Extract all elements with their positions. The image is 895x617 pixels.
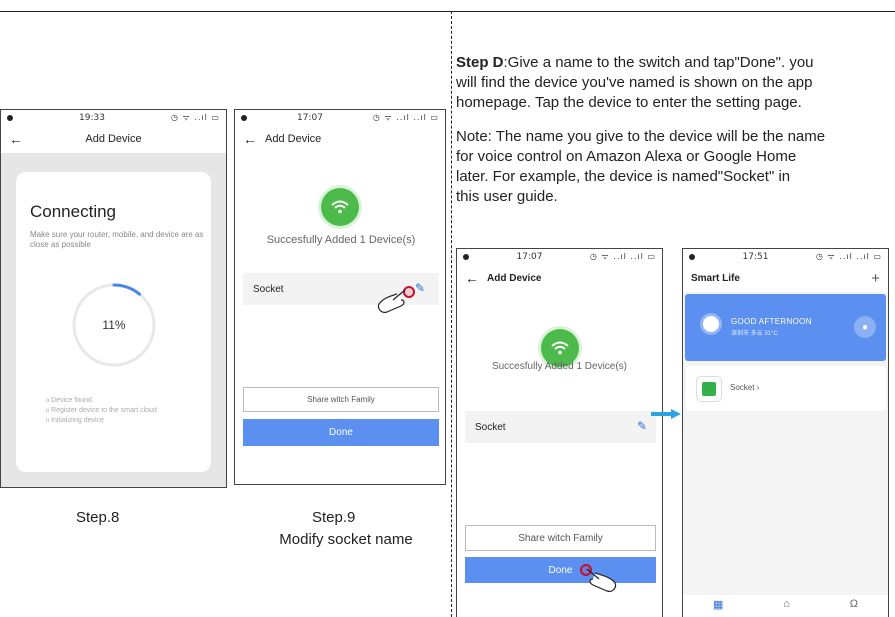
- instruction-line: Step D:Give a name to the switch and tap…: [456, 53, 895, 73]
- add-icon[interactable]: +: [871, 270, 880, 287]
- sun-icon: [703, 316, 719, 332]
- device-label: Socket ›: [730, 383, 760, 392]
- weather-banner: GOOD AFTERNOON 深圳市 多云 31°C ●: [685, 294, 886, 361]
- hand-pointer-icon: [586, 568, 617, 592]
- instruction-text: :Give a name to the switch and tap"Done"…: [503, 54, 814, 71]
- socket-icon: [696, 376, 722, 402]
- app-title: Smart Life: [691, 272, 740, 284]
- nav-bar: Smart Life +: [683, 264, 888, 292]
- phone-modify-name: 17:07 ◷ ᯤ ..ıl ..ıl ▭ ← Add Device Succe…: [234, 109, 446, 485]
- home-tab-icon[interactable]: ⌂: [783, 598, 790, 610]
- note-line: Note: The name you give to the device wi…: [456, 128, 826, 145]
- devices-tab-icon[interactable]: ▦: [713, 598, 723, 611]
- status-icons: ◷ ᯤ ..ıl ..ıl ▭: [815, 252, 882, 261]
- success-message: Succesfully Added 1 Device(s): [266, 234, 416, 246]
- notification-dot-icon: [689, 253, 695, 260]
- phone-home: 17:51 ◷ ᯤ ..ıl ..ıl ▭ Smart Life + GOOD …: [682, 248, 889, 617]
- list-item: Device found: [46, 396, 157, 406]
- connection-steps: Device found Register device to the smar…: [46, 396, 157, 426]
- status-time: 17:51: [742, 251, 769, 262]
- status-bar: 17:07 ◷ ᯤ ..ıl ..ıl ▭: [235, 110, 445, 125]
- status-icons: ◷ ᯤ ..ıl ▭: [170, 113, 220, 122]
- phone-add-device: 17:07 ◷ ᯤ ..ıl ..ıl ▭ ← Add Device Succe…: [456, 248, 663, 617]
- notification-dot-icon: [463, 253, 469, 260]
- column-divider: [451, 11, 452, 617]
- arrow-right-icon: [651, 409, 681, 419]
- status-bar: 17:51 ◷ ᯤ ..ıl ..ıl ▭: [683, 249, 888, 264]
- done-button[interactable]: Done: [243, 419, 439, 446]
- device-name: Socket: [253, 283, 284, 295]
- device-name: Socket: [475, 421, 506, 433]
- status-icons: ◷ ᯤ ..ıl ..ıl ▭: [372, 113, 439, 122]
- caption-step8: Step.8: [76, 509, 120, 526]
- note-line: for voice control on Amazon Alexa or Goo…: [456, 148, 797, 165]
- nav-bar: ← Add Device: [1, 125, 226, 153]
- device-card[interactable]: Socket ›: [686, 366, 886, 411]
- status-bar: 19:33 ◷ ᯤ ..ıl ▭: [1, 110, 226, 125]
- status-time: 17:07: [516, 251, 543, 262]
- page-title: Add Device: [487, 272, 542, 284]
- connecting-description: Make sure your router, mobile, and devic…: [30, 230, 204, 249]
- wifi-icon: [551, 341, 569, 355]
- notification-dot-icon: [241, 114, 247, 121]
- caption-step9-sub: Modify socket name: [279, 531, 413, 548]
- top-rule: [0, 11, 895, 12]
- status-time: 17:07: [296, 112, 323, 123]
- page-title: Add Device: [85, 133, 142, 145]
- caption-step9: Step.9: [312, 509, 356, 526]
- nav-bar: ← Add Device: [457, 264, 662, 292]
- notification-dot-icon: [7, 114, 13, 121]
- done-button[interactable]: Done: [465, 557, 656, 583]
- tab-bar: ▦ ⌂ Ω: [683, 595, 888, 617]
- profile-tab-icon[interactable]: Ω: [850, 598, 858, 610]
- phone-connecting: 19:33 ◷ ᯤ ..ıl ▭ ← Add Device Connecting…: [0, 109, 227, 488]
- list-item: Register device to the smart cloud: [46, 406, 157, 416]
- status-icons: ◷ ᯤ ..ıl ..ıl ▭: [589, 252, 656, 261]
- page-title: Add Device: [265, 133, 322, 145]
- step-label: Step D: [456, 54, 504, 71]
- back-arrow-icon[interactable]: ←: [9, 131, 23, 147]
- instruction-line: will find the device you've named is sho…: [456, 74, 813, 91]
- connecting-card: Connecting Make sure your router, mobile…: [16, 172, 211, 472]
- success-message: Succesfully Added 1 Device(s): [491, 361, 628, 372]
- note-line: later. For example, the device is named"…: [456, 168, 791, 185]
- nav-bar: ← Add Device: [235, 125, 445, 153]
- greeting: GOOD AFTERNOON: [731, 317, 812, 326]
- status-time: 19:33: [79, 112, 105, 123]
- connecting-title: Connecting: [30, 202, 117, 221]
- instruction-line: homepage. Tap the device to enter the se…: [456, 94, 802, 111]
- list-item: Initializing device: [46, 416, 157, 426]
- edit-pencil-icon[interactable]: ✎: [637, 419, 647, 433]
- back-arrow-icon[interactable]: ←: [465, 270, 479, 286]
- share-family-button[interactable]: Share witch Family: [465, 525, 656, 551]
- device-name-row[interactable]: Socket: [465, 411, 656, 443]
- weather-info: 深圳市 多云 31°C: [731, 331, 778, 337]
- note-line: this user guide.: [456, 188, 558, 205]
- hand-pointer-icon: [377, 289, 406, 313]
- progress-percent: 11%: [102, 318, 126, 332]
- wifi-icon: [331, 200, 349, 214]
- edit-pencil-icon[interactable]: ✎: [415, 281, 425, 295]
- status-bar: 17:07 ◷ ᯤ ..ıl ..ıl ▭: [457, 249, 662, 264]
- wifi-success-icon: [321, 188, 359, 226]
- share-family-button[interactable]: Share witch Family: [243, 387, 439, 412]
- back-arrow-icon[interactable]: ←: [243, 131, 257, 147]
- microphone-icon[interactable]: ●: [854, 316, 876, 338]
